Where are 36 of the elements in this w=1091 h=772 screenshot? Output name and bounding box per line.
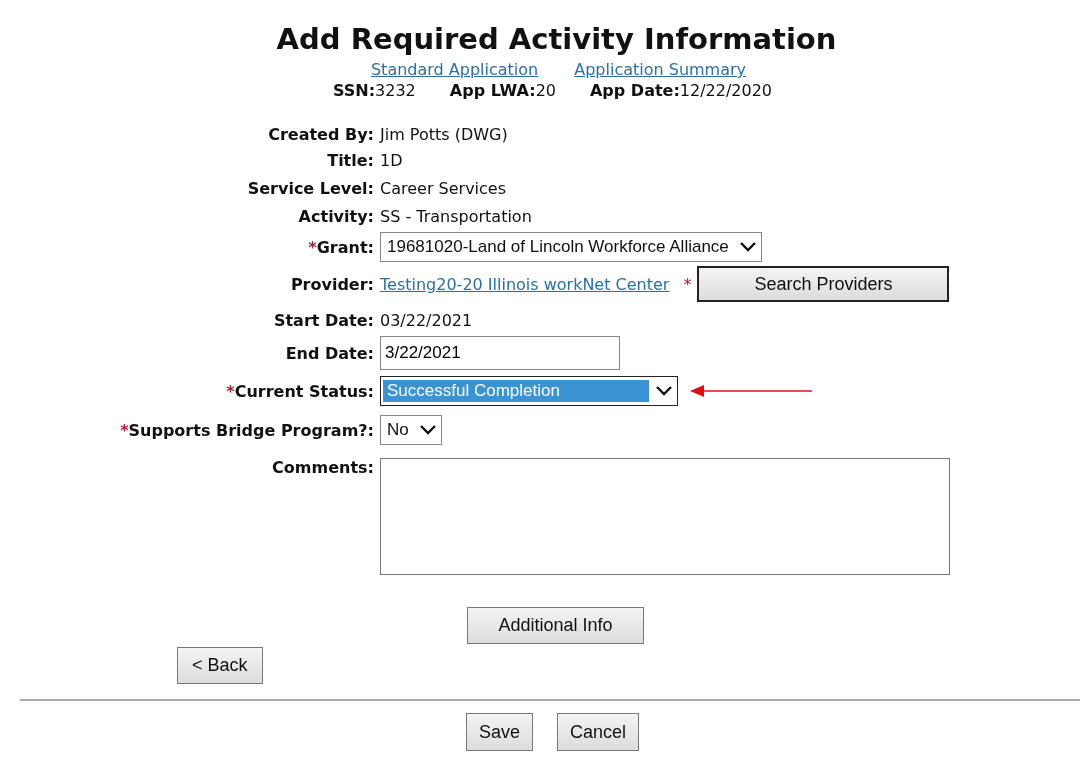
nav-link[interactable]: Application Summary [574, 60, 747, 79]
footer-button[interactable]: Save [465, 713, 533, 751]
field-label: Created By: [267, 124, 375, 144]
field-value: Jim Potts (DWG) [380, 124, 508, 144]
field-value: Career Services [380, 178, 507, 198]
field-label: *Current Status: [225, 381, 375, 401]
chevron-down-icon [418, 424, 437, 436]
field-label: *Grant: [307, 237, 375, 257]
summary-item: App Date:12/22/2020 [590, 81, 773, 100]
dropdown[interactable]: 19681020-Land of Lincoln Workforce Alliance [380, 232, 762, 262]
summary-item: App LWA:20 [449, 81, 556, 100]
summary-item: SSN:3232 [332, 81, 416, 100]
field-value: 1D [380, 150, 403, 170]
field-label: End Date: [284, 343, 375, 363]
field-label: Service Level: [246, 178, 375, 198]
field-label: Provider: [289, 274, 375, 294]
field-label: *Supports Bridge Program?: [119, 420, 375, 440]
field-label: Activity: [297, 206, 375, 226]
back-button[interactable]: < Back [177, 647, 263, 684]
nav-link[interactable]: Standard Application [370, 60, 539, 79]
dropdown[interactable]: No [380, 415, 442, 445]
footer-button[interactable]: Cancel [557, 713, 640, 751]
search-providers-button[interactable]: Search Providers [697, 266, 950, 302]
field-label: Comments: [271, 458, 375, 477]
additional-info-button[interactable]: Additional Info [467, 607, 644, 644]
field-value: SS - Transportation [380, 206, 532, 226]
comments-field[interactable] [380, 458, 950, 575]
input-field[interactable]: 3/22/2021 [380, 336, 620, 370]
field-value: 03/22/2021 [380, 310, 473, 330]
field-label: Title: [326, 150, 375, 170]
page-title: Add Required Activity Information [275, 22, 838, 56]
required-mark: * [683, 274, 692, 294]
field-label: Start Date: [272, 310, 375, 330]
chevron-down-icon [655, 385, 673, 397]
chevron-down-icon [738, 241, 757, 253]
provider-link[interactable]: Testing20-20 Illinois workNet Center [380, 274, 670, 294]
